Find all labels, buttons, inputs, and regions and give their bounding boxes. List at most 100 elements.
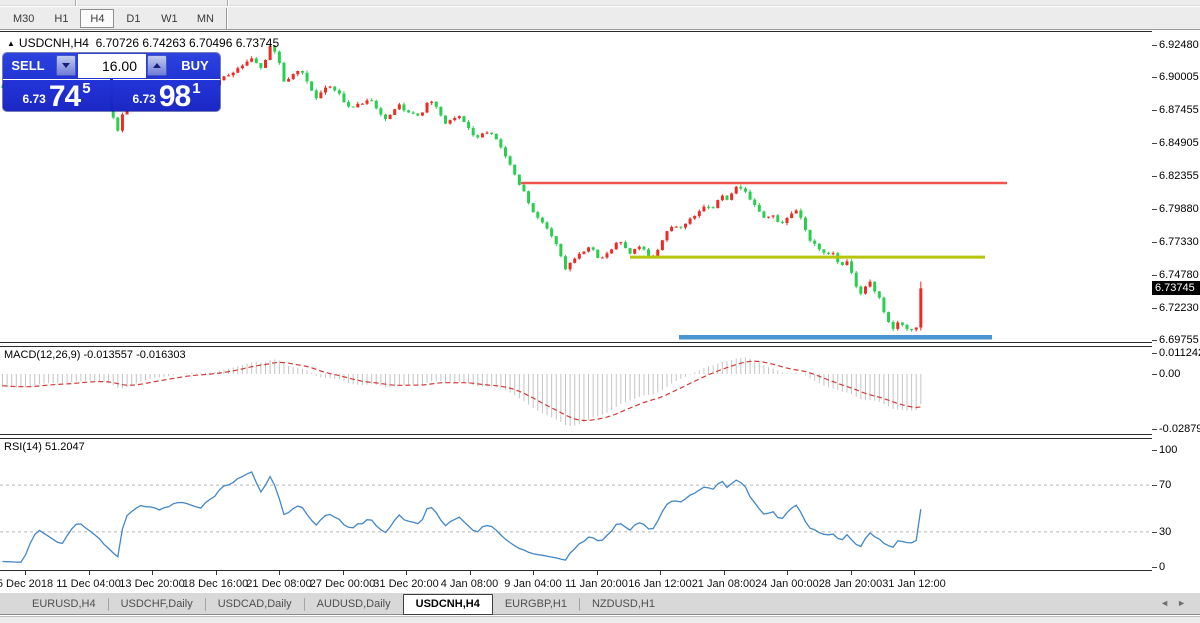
timeframe-button-h4[interactable]: H4 (80, 9, 114, 28)
toolbar-groove (227, 0, 229, 6)
axis-tick (1152, 176, 1157, 177)
sell-button[interactable]: SELL (3, 53, 53, 79)
axis-tick (1152, 340, 1157, 341)
time-axis-tick (470, 571, 471, 575)
time-axis-tick (343, 571, 344, 575)
rsi-indicator-panel[interactable]: RSI(14) 51.2047 (0, 439, 1152, 570)
price-axis-label: 6.69755 (1159, 334, 1199, 346)
sell-price-big-digits: 74 (49, 83, 80, 110)
price-axis-label: 6.92480 (1159, 39, 1199, 51)
time-axis-label: 13 Dec 20:00 (119, 578, 184, 590)
tab-usdcnh-h4[interactable]: USDCNH,H4 (403, 594, 493, 615)
triangle-up-icon (153, 63, 161, 68)
time-axis-label: 24 Jan 00:00 (755, 578, 819, 590)
time-axis-tick (406, 571, 407, 575)
time-axis-label: 16 Jan 12:00 (628, 578, 692, 590)
trade-panel-controls-row: SELL BUY (3, 53, 220, 79)
buy-price-prefix: 6.73 (132, 92, 155, 106)
time-axis-tick (660, 571, 661, 575)
time-axis-tick (914, 571, 915, 575)
price-axis-label: 6.87455 (1159, 104, 1199, 116)
time-axis-label: 11 Jan 20:00 (565, 578, 628, 590)
axis-tick (1152, 242, 1157, 243)
time-axis-label: 27 Dec 00:00 (310, 578, 375, 590)
axis-tick (1152, 209, 1157, 210)
rsi-label: RSI(14) 51.2047 (4, 441, 85, 453)
sell-price-display[interactable]: 6.73745 (3, 79, 110, 111)
timeframe-button-d1[interactable]: D1 (116, 9, 150, 28)
macd-axis-label: -0.028797 (1159, 423, 1200, 435)
tab-eurusd-h4[interactable]: EURUSD,H4 (20, 596, 108, 613)
timeframe-button-h1[interactable]: H1 (44, 9, 78, 28)
axis-tick (1152, 77, 1157, 78)
price-axis-label: 6.90005 (1159, 71, 1199, 83)
time-axis-tick (25, 571, 26, 575)
timeframe-button-m30[interactable]: M30 (5, 9, 42, 28)
time-axis[interactable]: 5 Dec 201811 Dec 04:0013 Dec 20:0018 Dec… (0, 571, 1200, 592)
tab-nzdusd-h1[interactable]: NZDUSD,H1 (580, 596, 667, 613)
tab-scroll-left-icon[interactable]: ◄ (1160, 598, 1177, 608)
time-axis-label: 31 Jan 12:00 (882, 578, 946, 590)
price-axis-label: 6.84905 (1159, 137, 1199, 149)
time-axis-tick (851, 571, 852, 575)
price-axis-label: 6.77330 (1159, 236, 1199, 248)
macd-axis-label: 0.00 (1159, 368, 1180, 380)
time-axis-label: 31 Dec 20:00 (373, 578, 438, 590)
current-price-badge: 6.73745 (1152, 281, 1200, 295)
price-axis-label: 6.79880 (1159, 203, 1199, 215)
buy-price-big-digits: 98 (159, 83, 190, 110)
trade-panel-prices-row: 6.73745 6.73 981 (3, 79, 220, 111)
tab-audusd-daily[interactable]: AUDUSD,Daily (305, 596, 403, 613)
macd-axis-label: 0.011242 (1159, 347, 1200, 359)
timeframe-button-mn[interactable]: MN (188, 9, 222, 28)
toolbar-separator (226, 8, 228, 29)
axis-tick (1152, 353, 1157, 354)
window-bottom-strip (0, 616, 1200, 623)
time-axis-tick (724, 571, 725, 575)
chart-ohlc-values: 6.70726 6.74263 6.70496 6.73745 (96, 36, 280, 50)
time-axis-tick (597, 571, 598, 575)
axis-tick (1152, 429, 1157, 430)
time-axis-tick (216, 571, 217, 575)
time-axis-tick (152, 571, 153, 575)
time-axis-label: 28 Jan 20:00 (819, 578, 883, 590)
buy-price-pip-digit: 1 (192, 80, 200, 97)
axis-tick (1152, 485, 1157, 486)
rsi-chart-svg[interactable] (0, 439, 1152, 570)
tab-eurgbp-h1[interactable]: EURGBP,H1 (493, 596, 579, 613)
time-axis-tick (533, 571, 534, 575)
price-axis[interactable]: 6.92480 6.90005 6.87455 6.84905 6.82355 6.798… (1152, 31, 1200, 571)
price-axis-label: 6.72230 (1159, 302, 1199, 314)
chart-symbol-label: USDCNH,H4 (19, 36, 89, 50)
tab-scroll-right-icon[interactable]: ► (1177, 598, 1194, 608)
price-axis-label: 6.74780 (1159, 269, 1199, 281)
timeframe-buttons-group: M30H1H4D1W1MN (4, 7, 223, 28)
rsi-axis-label: 70 (1159, 479, 1171, 491)
buy-price-display[interactable]: 6.73 981 (113, 79, 220, 111)
chart-tab-bar: ◄► EURUSD,H4USDCHF,DailyUSDCAD,DailyAUDU… (0, 593, 1200, 615)
price-axis-label: 6.82355 (1159, 170, 1199, 182)
volume-increase-button[interactable] (147, 55, 167, 76)
rsi-axis-label: 30 (1159, 526, 1171, 538)
collapse-triangle-icon[interactable]: ▲ (7, 39, 15, 48)
time-axis-tick (279, 571, 280, 575)
chart-header: ▲ USDCNH,H4 6.70726 6.74263 6.70496 6.737… (7, 36, 279, 50)
axis-tick (1152, 532, 1157, 533)
volume-input[interactable] (78, 54, 146, 78)
time-axis-label: 4 Jan 08:00 (441, 578, 499, 590)
axis-tick (1152, 143, 1157, 144)
toolbar-groove (75, 0, 77, 6)
macd-indicator-panel[interactable]: MACD(12,26,9) -0.013557 -0.016303 (0, 347, 1152, 434)
macd-label: MACD(12,26,9) -0.013557 -0.016303 (4, 349, 186, 361)
timeframe-button-w1[interactable]: W1 (152, 9, 186, 28)
axis-tick (1152, 374, 1157, 375)
time-axis-label: 5 Dec 2018 (0, 578, 53, 590)
tab-usdchf-daily[interactable]: USDCHF,Daily (109, 596, 205, 613)
buy-button[interactable]: BUY (170, 53, 220, 79)
volume-decrease-button[interactable] (56, 55, 76, 76)
time-axis-label: 11 Dec 04:00 (56, 578, 121, 590)
tab-bar-padding (0, 593, 20, 594)
tab-usdcad-daily[interactable]: USDCAD,Daily (206, 596, 304, 613)
axis-tick (1152, 308, 1157, 309)
candlestick-chart-panel[interactable]: ▲ USDCNH,H4 6.70726 6.74263 6.70496 6.737… (0, 32, 1152, 343)
